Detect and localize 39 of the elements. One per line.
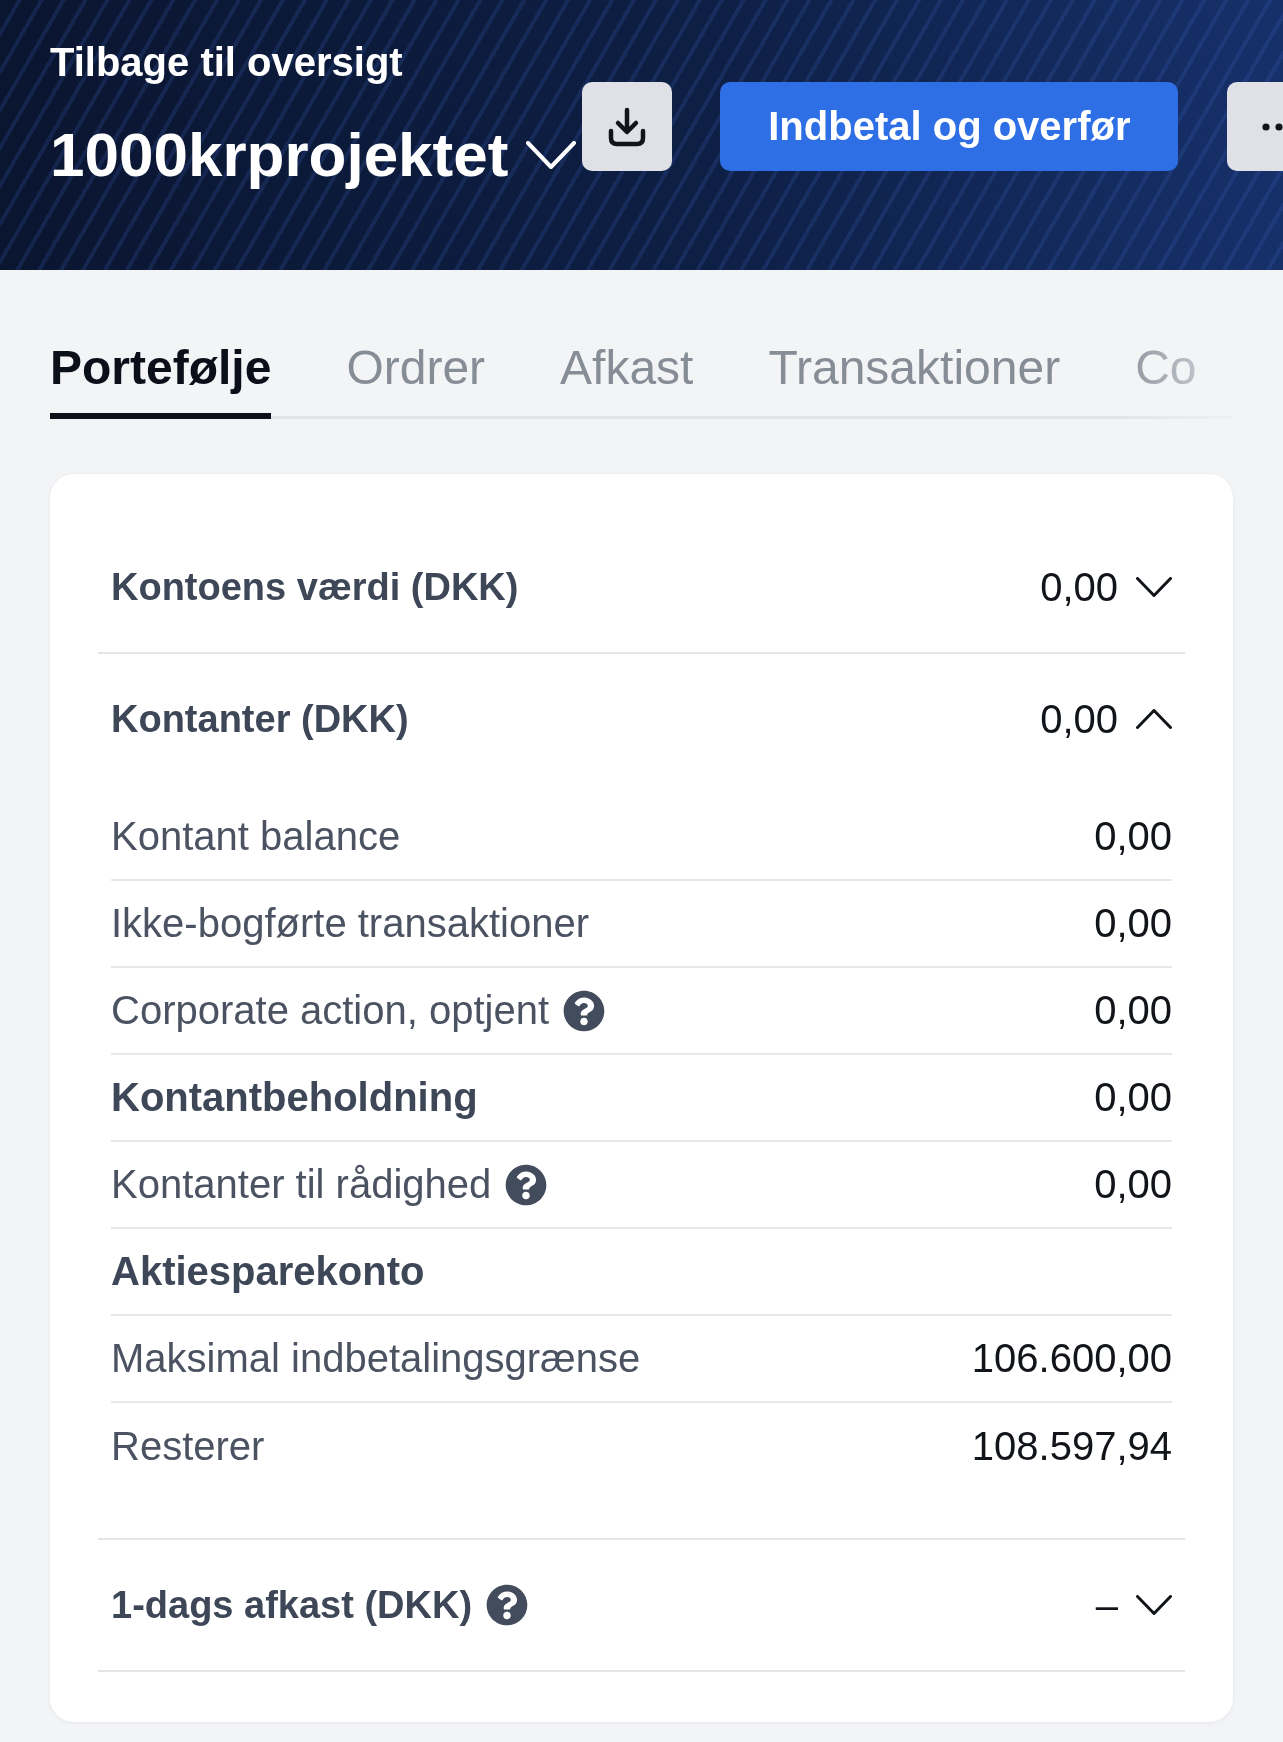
subtotal-label: Kontantbeholdning bbox=[111, 1075, 478, 1120]
row-value: 0,00 bbox=[1094, 1075, 1172, 1120]
back-link[interactable]: Tilbage til oversigt bbox=[50, 38, 403, 86]
row-value: 106.600,00 bbox=[971, 1336, 1172, 1381]
chevron-down-icon[interactable] bbox=[1136, 1595, 1172, 1615]
section-title: 1-dags afkast (DKK) bbox=[111, 1583, 473, 1627]
tab[interactable]: Transaktioner bbox=[768, 340, 1061, 419]
chevron-down-icon[interactable] bbox=[1136, 577, 1172, 597]
row-label: Corporate action, optjent bbox=[111, 988, 550, 1033]
row-value: 0,00 bbox=[1094, 988, 1172, 1033]
row-value: 108.597,94 bbox=[971, 1424, 1172, 1469]
download-icon bbox=[607, 106, 648, 147]
section-value: – bbox=[1095, 1582, 1118, 1628]
help-icon[interactable] bbox=[505, 1163, 548, 1206]
chevron-down-icon bbox=[526, 141, 577, 169]
group-heading: Aktiesparekonto bbox=[111, 1249, 425, 1294]
row-value: 0,00 bbox=[1094, 1162, 1172, 1207]
row-label: Ikke-bogførte transaktioner bbox=[111, 901, 589, 946]
row-label: Kontanter til rådighed bbox=[111, 1162, 492, 1207]
section-value: 0,00 bbox=[1040, 564, 1118, 610]
account-selector[interactable]: 1000krprojektet bbox=[50, 119, 577, 191]
tab[interactable]: Afkast bbox=[560, 340, 694, 419]
download-button[interactable] bbox=[582, 82, 673, 171]
tab[interactable]: Ordrer bbox=[346, 340, 486, 419]
dots-icon bbox=[1262, 122, 1283, 131]
row-label: Kontant balance bbox=[111, 814, 401, 859]
chevron-up-icon[interactable] bbox=[1136, 709, 1172, 729]
help-icon[interactable] bbox=[563, 989, 606, 1032]
section-title: Kontanter (DKK) bbox=[111, 697, 409, 741]
row-label: Resterer bbox=[111, 1424, 265, 1469]
more-button[interactable] bbox=[1227, 82, 1283, 171]
deposit-transfer-button[interactable]: Indbetal og overfør bbox=[720, 82, 1179, 171]
help-icon[interactable] bbox=[486, 1584, 529, 1626]
row-value: 0,00 bbox=[1094, 814, 1172, 859]
section-title: Kontoens værdi (DKK) bbox=[111, 565, 519, 609]
section-value: 0,00 bbox=[1040, 696, 1118, 742]
row-value: 0,00 bbox=[1094, 901, 1172, 946]
tab[interactable]: Portefølje bbox=[50, 340, 272, 419]
row-label: Maksimal indbetalingsgrænse bbox=[111, 1336, 641, 1381]
